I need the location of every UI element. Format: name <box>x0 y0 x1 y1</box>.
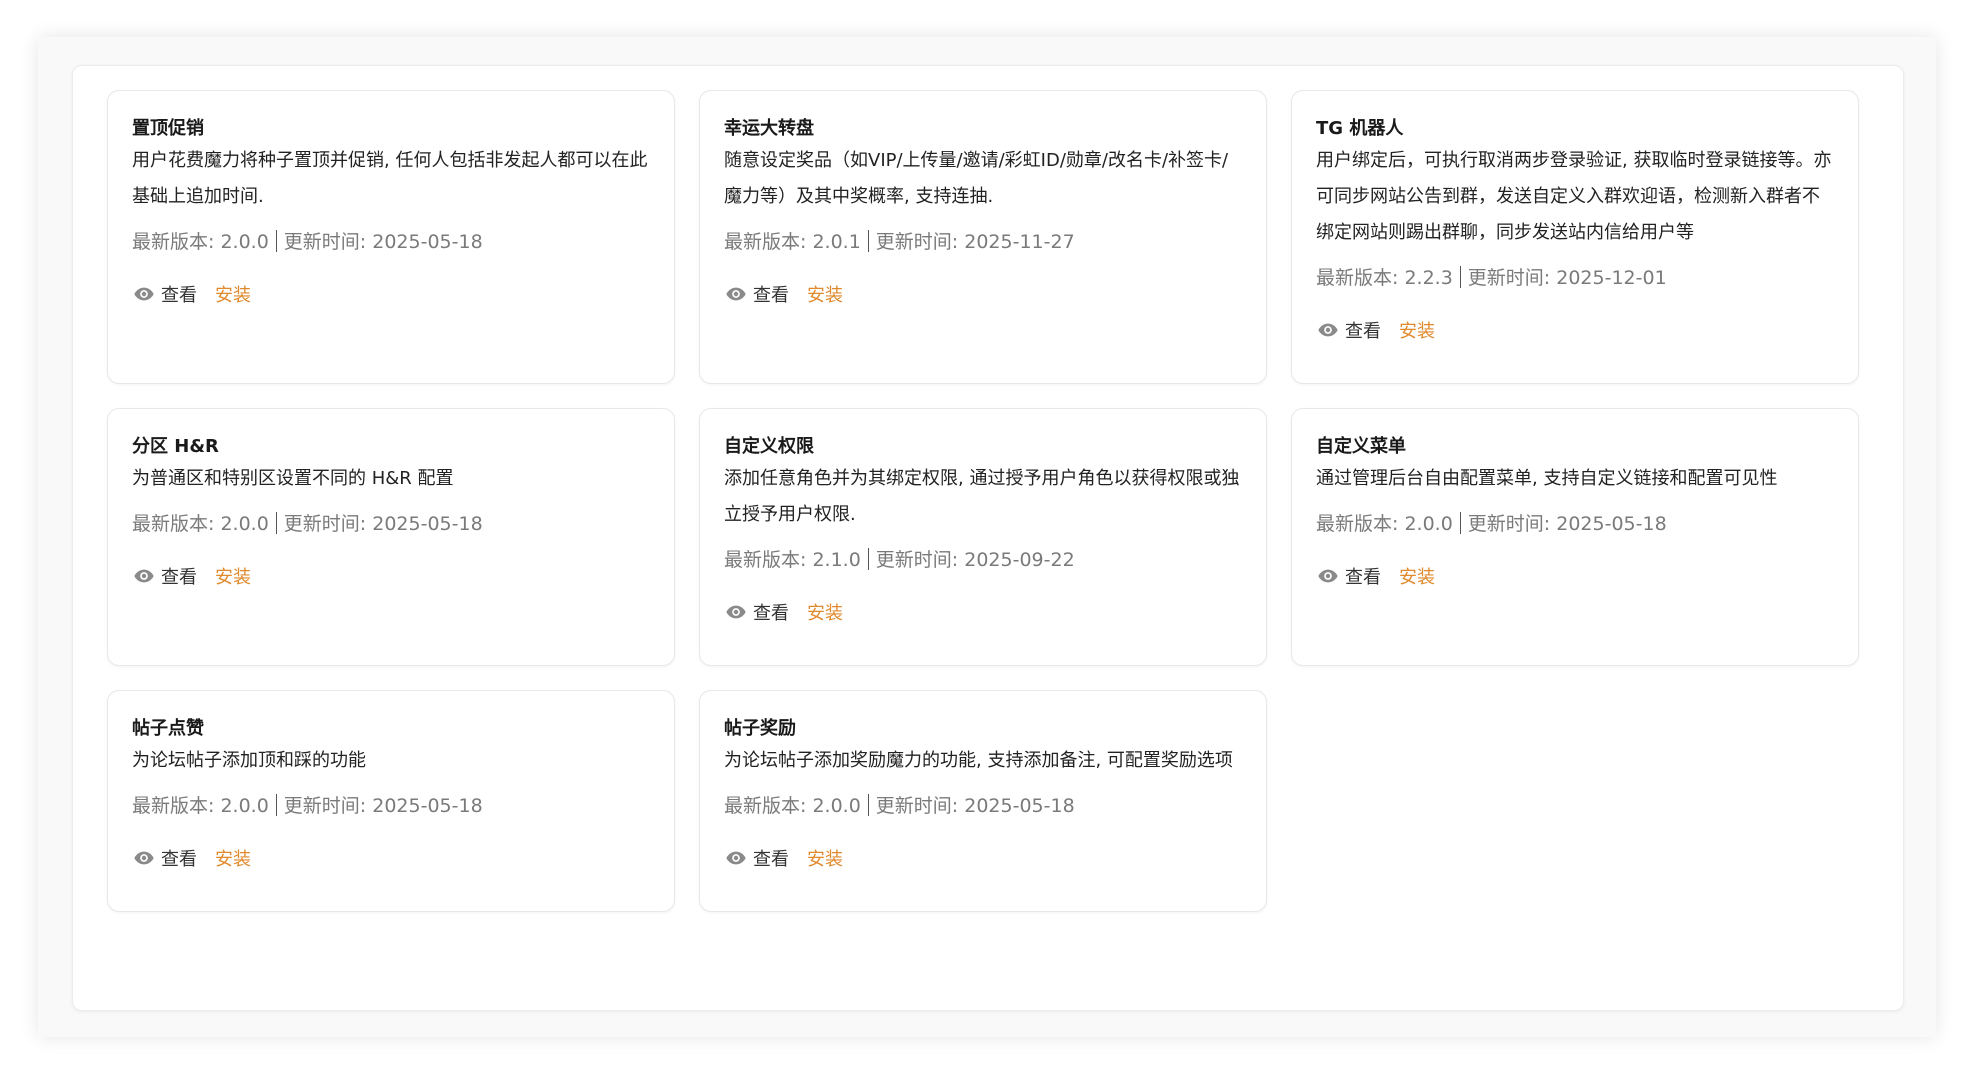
plugin-title: 帖子奖励 <box>724 718 796 739</box>
meta-separator <box>1459 512 1461 534</box>
view-label: 查看 <box>753 849 789 870</box>
plugin-description: 为论坛帖子添加顶和踩的功能 <box>132 750 366 771</box>
view-button[interactable]: 查看 <box>724 845 789 871</box>
plugin-description: 随意设定奖品（如VIP/上传量/邀请/彩虹ID/勋章/改名卡/补签卡/魔力等）及… <box>724 150 1229 207</box>
plugin-version: 最新版本: 2.0.0 <box>132 513 269 535</box>
plugin-version: 最新版本: 2.1.0 <box>724 549 861 571</box>
plugin-meta: 最新版本: 2.0.0 更新时间: 2025-05-18 <box>724 793 1242 819</box>
meta-separator <box>275 512 277 534</box>
plugin-grid: 置顶促销 用户花费魔力将种子置顶并促销, 任何人包括非发起人都可以在此基础上追加… <box>107 90 1871 912</box>
plugin-card: TG 机器人 用户绑定后，可执行取消两步登录验证, 获取临时登录链接等。亦可同步… <box>1291 90 1859 384</box>
plugin-card: 分区 H&R 为普通区和特别区设置不同的 H&R 配置 最新版本: 2.0.0 更… <box>107 408 675 666</box>
plugin-meta: 最新版本: 2.0.1 更新时间: 2025-11-27 <box>724 229 1242 255</box>
view-label: 查看 <box>1345 567 1381 588</box>
plugin-title: TG 机器人 <box>1316 118 1404 139</box>
install-button[interactable]: 安装 <box>807 599 843 625</box>
plugin-meta: 最新版本: 2.0.0 更新时间: 2025-05-18 <box>132 511 650 537</box>
meta-separator <box>867 230 869 252</box>
plugin-meta: 最新版本: 2.1.0 更新时间: 2025-09-22 <box>724 547 1242 573</box>
plugin-version: 最新版本: 2.0.0 <box>132 795 269 817</box>
view-label: 查看 <box>161 849 197 870</box>
page-background: 置顶促销 用户花费魔力将种子置顶并促销, 任何人包括非发起人都可以在此基础上追加… <box>38 37 1936 1037</box>
plugin-updated: 更新时间: 2025-05-18 <box>283 231 483 253</box>
plugin-updated: 更新时间: 2025-11-27 <box>875 231 1075 253</box>
view-label: 查看 <box>161 567 197 588</box>
plugin-meta: 最新版本: 2.0.0 更新时间: 2025-05-18 <box>132 793 650 819</box>
plugin-updated: 更新时间: 2025-05-18 <box>283 795 483 817</box>
install-button[interactable]: 安装 <box>215 281 251 307</box>
install-button[interactable]: 安装 <box>215 845 251 871</box>
eye-icon <box>132 846 156 870</box>
plugin-version: 最新版本: 2.2.3 <box>1316 267 1453 289</box>
plugin-panel: 置顶促销 用户花费魔力将种子置顶并促销, 任何人包括非发起人都可以在此基础上追加… <box>72 65 1904 1011</box>
plugin-title: 幸运大转盘 <box>724 118 814 139</box>
plugin-version: 最新版本: 2.0.0 <box>132 231 269 253</box>
install-button[interactable]: 安装 <box>215 563 251 589</box>
plugin-actions: 查看 安装 <box>132 845 650 871</box>
plugin-meta: 最新版本: 2.2.3 更新时间: 2025-12-01 <box>1316 265 1834 291</box>
plugin-updated: 更新时间: 2025-05-18 <box>283 513 483 535</box>
install-button[interactable]: 安装 <box>807 845 843 871</box>
view-label: 查看 <box>753 603 789 624</box>
view-label: 查看 <box>1345 321 1381 342</box>
plugin-meta: 最新版本: 2.0.0 更新时间: 2025-05-18 <box>132 229 650 255</box>
plugin-title: 置顶促销 <box>132 118 204 139</box>
view-label: 查看 <box>753 285 789 306</box>
view-button[interactable]: 查看 <box>724 281 789 307</box>
meta-separator <box>1459 266 1461 288</box>
plugin-title: 自定义菜单 <box>1316 436 1406 457</box>
meta-separator <box>275 230 277 252</box>
eye-icon <box>724 600 748 624</box>
plugin-actions: 查看 安装 <box>724 845 1242 871</box>
view-button[interactable]: 查看 <box>1316 563 1381 589</box>
plugin-description: 为论坛帖子添加奖励魔力的功能, 支持添加备注, 可配置奖励选项 <box>724 750 1233 771</box>
plugin-version: 最新版本: 2.0.1 <box>724 231 861 253</box>
plugin-title: 自定义权限 <box>724 436 814 457</box>
plugin-actions: 查看 安装 <box>724 599 1242 625</box>
plugin-card: 帖子点赞 为论坛帖子添加顶和踩的功能 最新版本: 2.0.0 更新时间: 2025… <box>107 690 675 912</box>
plugin-description: 用户花费魔力将种子置顶并促销, 任何人包括非发起人都可以在此基础上追加时间. <box>132 150 648 207</box>
view-label: 查看 <box>161 285 197 306</box>
plugin-actions: 查看 安装 <box>724 281 1242 307</box>
plugin-version: 最新版本: 2.0.0 <box>1316 513 1453 535</box>
view-button[interactable]: 查看 <box>132 845 197 871</box>
plugin-updated: 更新时间: 2025-12-01 <box>1467 267 1667 289</box>
plugin-actions: 查看 安装 <box>132 281 650 307</box>
eye-icon <box>1316 564 1340 588</box>
plugin-updated: 更新时间: 2025-05-18 <box>1467 513 1667 535</box>
plugin-card: 自定义权限 添加任意角色并为其绑定权限, 通过授予用户角色以获得权限或独立授予用… <box>699 408 1267 666</box>
meta-separator <box>867 548 869 570</box>
plugin-updated: 更新时间: 2025-09-22 <box>875 549 1075 571</box>
plugin-title: 帖子点赞 <box>132 718 204 739</box>
plugin-card: 自定义菜单 通过管理后台自由配置菜单, 支持自定义链接和配置可见性 最新版本: … <box>1291 408 1859 666</box>
plugin-description: 用户绑定后，可执行取消两步登录验证, 获取临时登录链接等。亦可同步网站公告到群，… <box>1316 150 1832 243</box>
plugin-card: 幸运大转盘 随意设定奖品（如VIP/上传量/邀请/彩虹ID/勋章/改名卡/补签卡… <box>699 90 1267 384</box>
plugin-meta: 最新版本: 2.0.0 更新时间: 2025-05-18 <box>1316 511 1834 537</box>
eye-icon <box>132 564 156 588</box>
plugin-updated: 更新时间: 2025-05-18 <box>875 795 1075 817</box>
plugin-version: 最新版本: 2.0.0 <box>724 795 861 817</box>
view-button[interactable]: 查看 <box>132 563 197 589</box>
plugin-description: 添加任意角色并为其绑定权限, 通过授予用户角色以获得权限或独立授予用户权限. <box>724 468 1240 525</box>
view-button[interactable]: 查看 <box>1316 317 1381 343</box>
meta-separator <box>275 794 277 816</box>
eye-icon <box>1316 318 1340 342</box>
view-button[interactable]: 查看 <box>724 599 789 625</box>
eye-icon <box>724 282 748 306</box>
plugin-title: 分区 H&R <box>132 436 219 457</box>
plugin-actions: 查看 安装 <box>1316 317 1834 343</box>
view-button[interactable]: 查看 <box>132 281 197 307</box>
plugin-card: 帖子奖励 为论坛帖子添加奖励魔力的功能, 支持添加备注, 可配置奖励选项 最新版… <box>699 690 1267 912</box>
plugin-description: 为普通区和特别区设置不同的 H&R 配置 <box>132 468 454 489</box>
plugin-actions: 查看 安装 <box>132 563 650 589</box>
install-button[interactable]: 安装 <box>1399 563 1435 589</box>
eye-icon <box>724 846 748 870</box>
install-button[interactable]: 安装 <box>807 281 843 307</box>
plugin-actions: 查看 安装 <box>1316 563 1834 589</box>
meta-separator <box>867 794 869 816</box>
plugin-card: 置顶促销 用户花费魔力将种子置顶并促销, 任何人包括非发起人都可以在此基础上追加… <box>107 90 675 384</box>
eye-icon <box>132 282 156 306</box>
plugin-description: 通过管理后台自由配置菜单, 支持自定义链接和配置可见性 <box>1316 468 1778 489</box>
install-button[interactable]: 安装 <box>1399 317 1435 343</box>
